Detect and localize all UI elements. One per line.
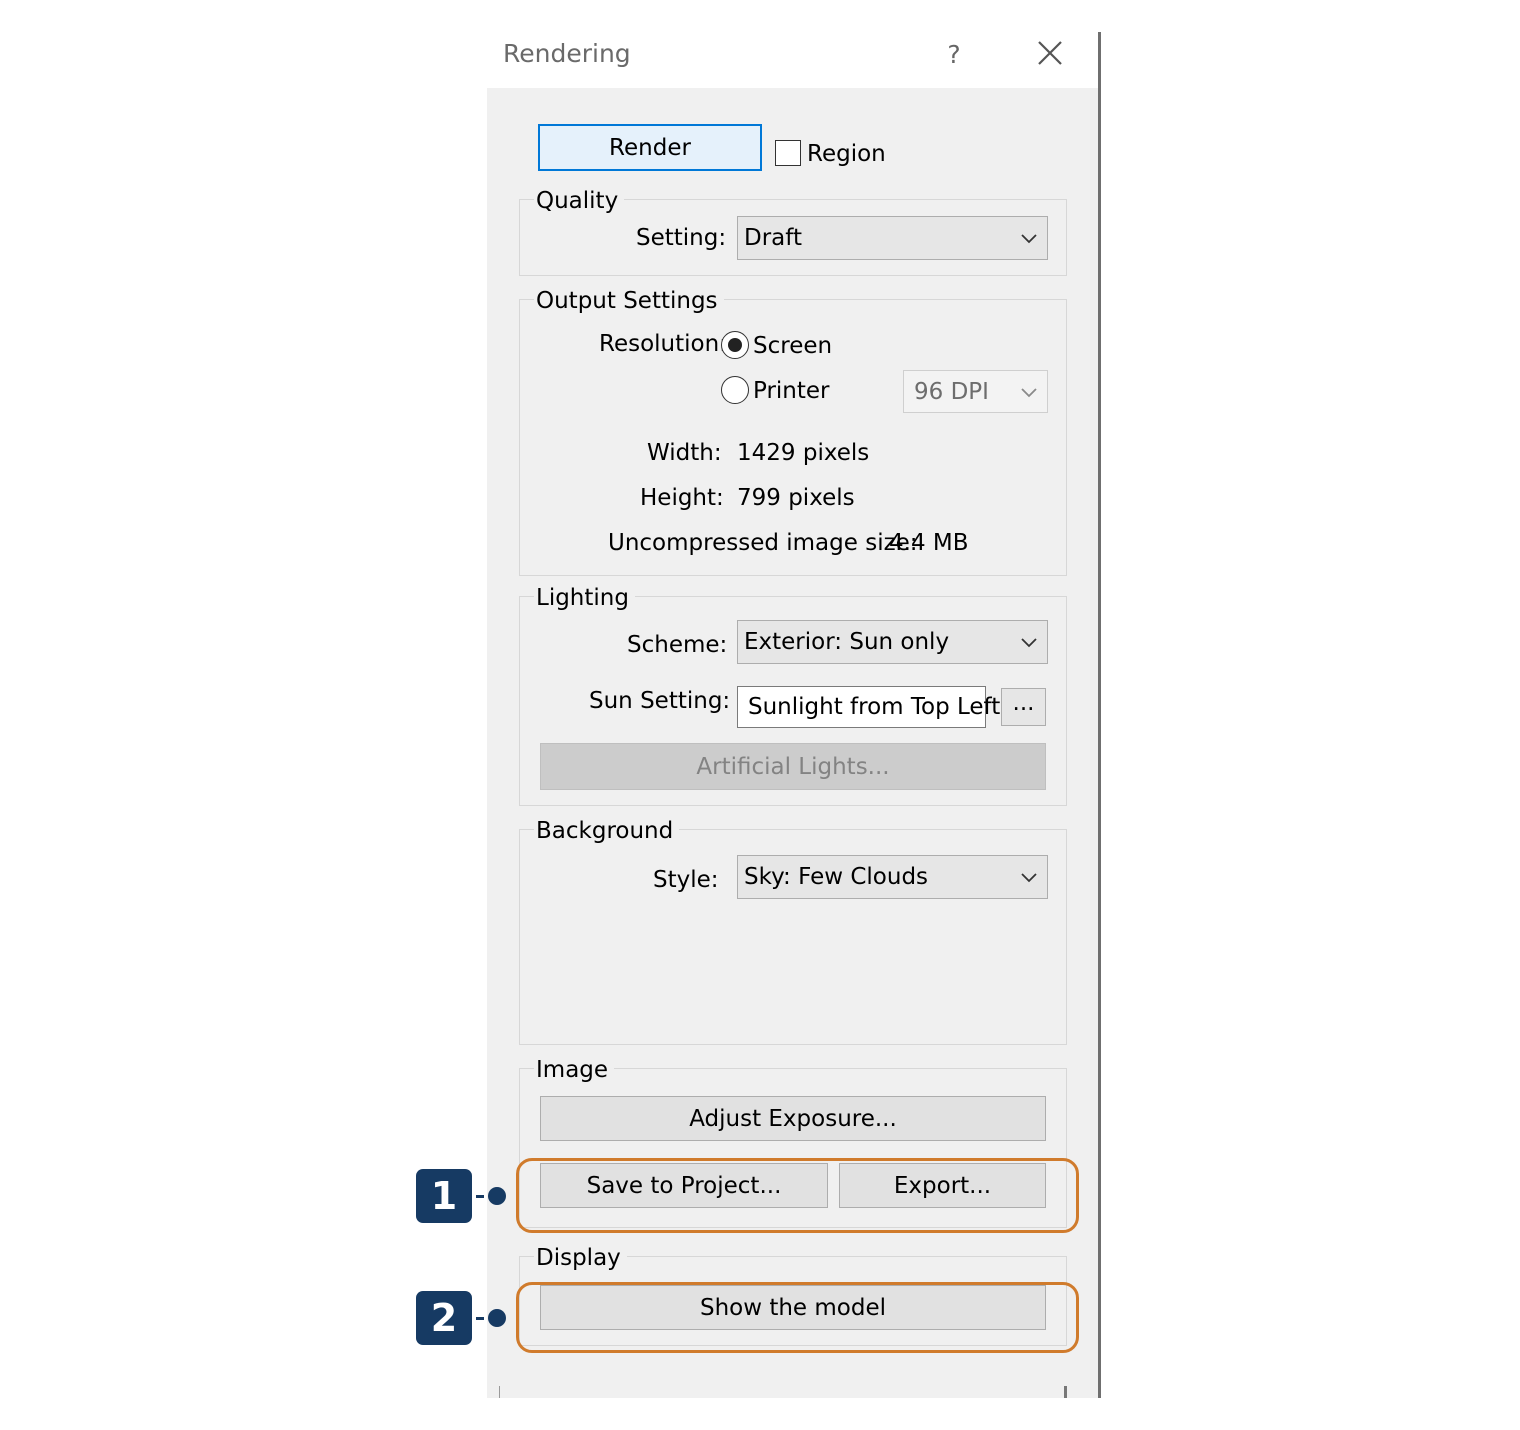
width-value: 1429 pixels [737,440,870,466]
region-checkbox[interactable] [775,140,801,166]
help-button[interactable]: ? [936,34,972,74]
radio-selected-dot [728,338,742,352]
image-legend: Image [534,1055,615,1085]
background-style-value: Sky: Few Clouds [744,864,929,890]
chevron-down-icon [1011,871,1047,883]
style-label: Style: [653,867,719,893]
callout-highlight-2 [516,1282,1079,1353]
sun-setting-label: Sun Setting: [589,688,731,714]
scroll-edge [1064,1386,1067,1398]
close-icon [1038,41,1062,65]
height-label: Height: [640,485,724,511]
lighting-scheme-select[interactable]: Exterior: Sun only [737,620,1048,664]
render-button[interactable]: Render [538,124,762,171]
dialog-title: Rendering [503,39,631,68]
resolution-label: Resolution: [599,331,727,357]
sun-setting-field[interactable]: Sunlight from Top Left [737,686,1000,728]
quality-setting-select[interactable]: Draft [737,216,1048,260]
quality-setting-value: Draft [744,225,802,251]
region-label: Region [807,141,886,167]
artificial-lights-button[interactable]: Artificial Lights... [540,743,1046,790]
background-legend: Background [534,816,680,846]
background-style-select[interactable]: Sky: Few Clouds [737,855,1048,899]
screen-radio[interactable] [721,331,749,359]
sun-setting-browse-button[interactable]: ... [1001,688,1046,726]
close-button[interactable] [1032,35,1068,71]
image-size-value: 4.4 MB [889,530,969,556]
callout-connector-2 [476,1317,484,1320]
callout-badge-1: 1 [416,1169,472,1223]
callout-badge-2: 2 [416,1291,472,1345]
image-size-label: Uncompressed image size: [608,530,918,556]
scroll-edge [499,1386,500,1398]
chevron-down-icon [1011,232,1047,244]
height-value: 799 pixels [737,485,855,511]
adjust-exposure-button[interactable]: Adjust Exposure... [540,1096,1046,1141]
printer-radio[interactable] [721,376,749,404]
output-settings-legend: Output Settings [534,286,724,316]
lighting-scheme-value: Exterior: Sun only [744,629,950,655]
window-border [1098,32,1101,1398]
callout-highlight-1 [516,1158,1079,1233]
screen-label: Screen [753,333,833,359]
quality-legend: Quality [534,186,625,216]
display-legend: Display [534,1243,627,1273]
lighting-legend: Lighting [534,583,635,613]
callout-dot-1 [488,1187,506,1205]
width-label: Width: [647,440,722,466]
callout-dot-2 [488,1309,506,1327]
chevron-down-icon [1011,386,1047,398]
dpi-value: 96 DPI [914,378,989,405]
dpi-select[interactable]: 96 DPI [903,370,1048,413]
callout-connector-1 [476,1195,484,1198]
setting-label: Setting: [636,225,727,251]
chevron-down-icon [1011,636,1047,648]
printer-label: Printer [753,378,830,404]
scheme-label: Scheme: [627,632,728,658]
